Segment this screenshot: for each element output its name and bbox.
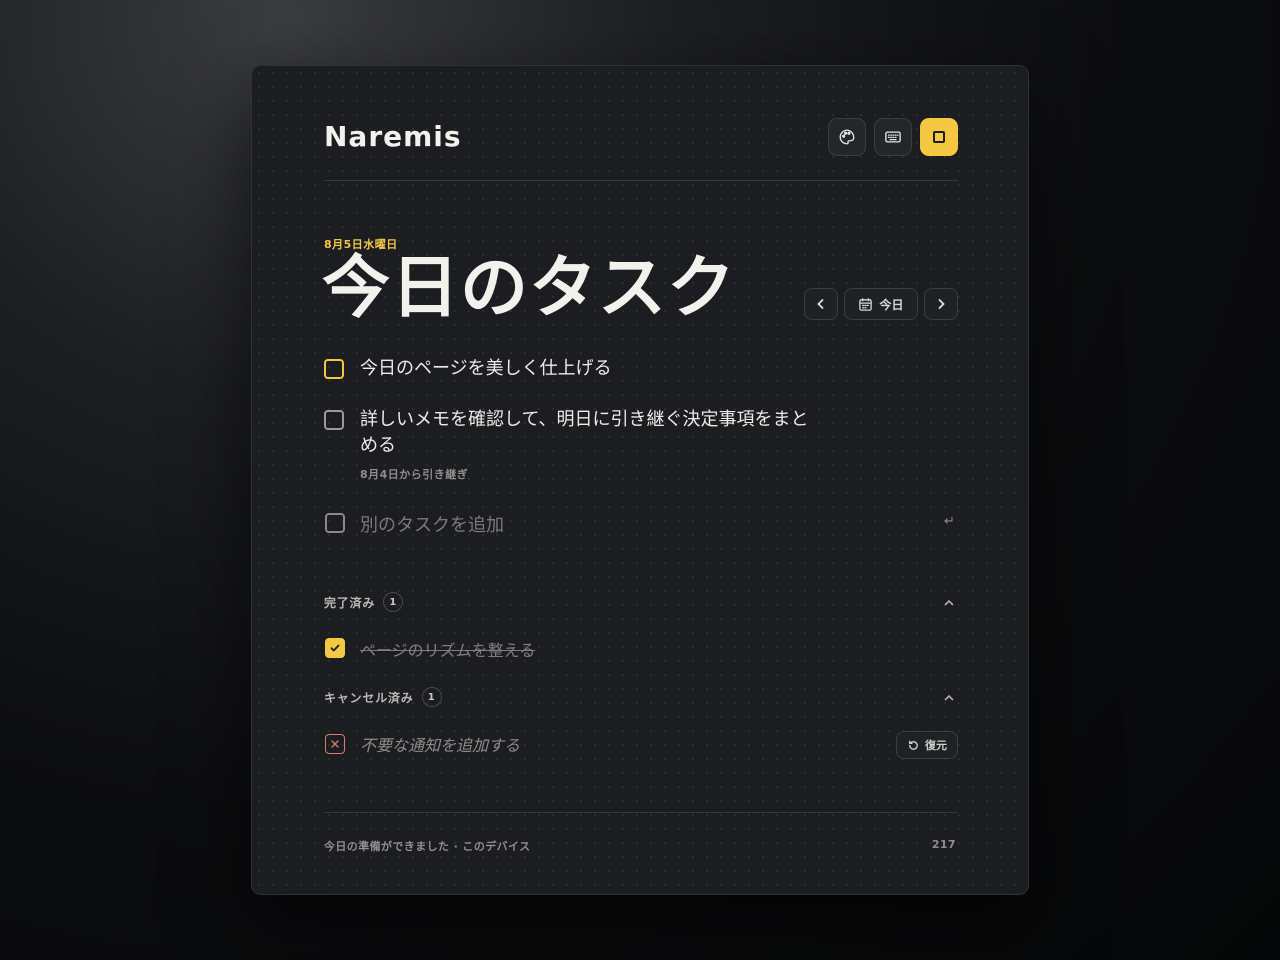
- cancelled-count-badge: 1: [421, 687, 442, 707]
- calendar-icon: [859, 297, 873, 311]
- chevron-up-icon[interactable]: [943, 597, 955, 609]
- footer-divider: [324, 812, 958, 813]
- new-task-checkbox: [325, 513, 345, 533]
- palette-icon: [839, 129, 855, 145]
- undo-icon: [909, 740, 918, 750]
- chevron-up-icon[interactable]: [943, 692, 955, 704]
- header-divider: [324, 180, 958, 181]
- focus-mode-button[interactable]: [920, 118, 958, 156]
- keyboard-shortcuts-button[interactable]: [874, 118, 912, 156]
- footer-count: 217: [931, 838, 956, 851]
- previous-day-button[interactable]: [804, 288, 838, 320]
- keyboard-icon: [885, 131, 901, 143]
- completed-count-badge: 1: [383, 592, 404, 612]
- task-text[interactable]: 今日のページを美しく仕上げる: [360, 356, 820, 382]
- task-checkbox[interactable]: [324, 359, 344, 379]
- cancelled-task-text: 不要な通知を追加する: [360, 736, 521, 755]
- completed-task-text[interactable]: ページのリズムを整える: [360, 637, 535, 661]
- task-text[interactable]: 詳しいメモを確認して、明日に引き継ぐ決定事項をまとめる: [360, 407, 810, 459]
- completed-label: 完了済み: [324, 595, 376, 610]
- chevron-right-icon: [938, 299, 945, 309]
- cancelled-section-header[interactable]: キャンセル済み 1: [324, 687, 442, 707]
- square-icon: [933, 131, 945, 143]
- restore-button[interactable]: 復元: [896, 731, 958, 759]
- task-checkbox[interactable]: [324, 410, 344, 430]
- today-label: 今日: [879, 297, 904, 312]
- theme-button[interactable]: [828, 118, 866, 156]
- page-title: 今日のタスク: [322, 249, 737, 328]
- task-carryover-note: 8月4日から引き継ぎ: [360, 468, 469, 481]
- close-icon: [331, 740, 339, 748]
- completed-section-header[interactable]: 完了済み 1: [324, 592, 404, 612]
- new-task-input[interactable]: 別のタスクを追加: [360, 511, 780, 537]
- app-title: Naremis: [324, 120, 462, 153]
- next-day-button[interactable]: [924, 288, 958, 320]
- today-button[interactable]: 今日: [844, 288, 918, 320]
- restore-label: 復元: [925, 739, 947, 752]
- cancelled-task-checkbox[interactable]: [325, 734, 345, 754]
- check-icon: [330, 644, 340, 652]
- app-card: Naremis 8月5日水曜日 今日のタスク 今日 今日のページを美しく仕上げる: [251, 65, 1029, 895]
- completed-task-checkbox[interactable]: [325, 638, 345, 658]
- chevron-left-icon: [817, 299, 824, 309]
- enter-hint-icon: ↵: [944, 514, 955, 529]
- footer-status: 今日の準備ができました · このデバイス: [324, 840, 531, 853]
- cancelled-label: キャンセル済み: [324, 690, 414, 705]
